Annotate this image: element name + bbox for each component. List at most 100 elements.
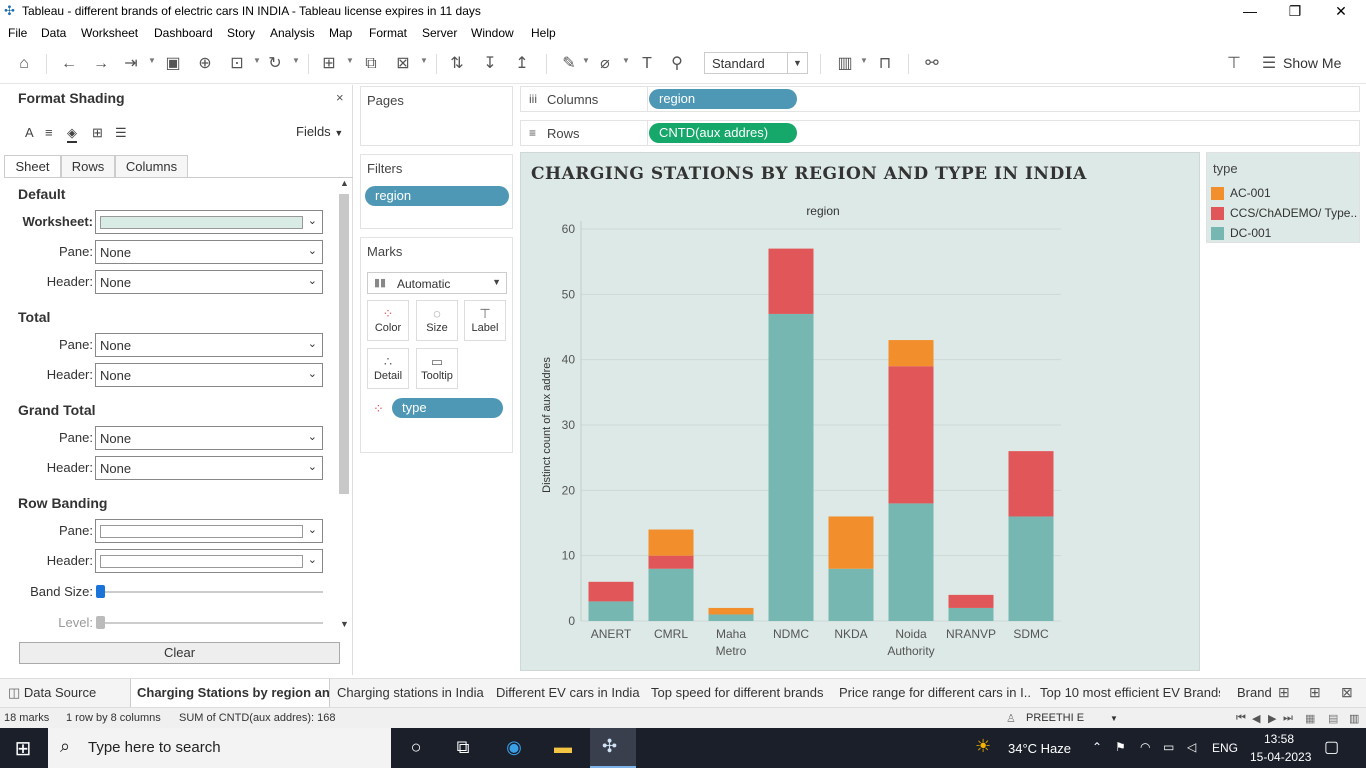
default-pane-dropdown[interactable]: None ⌄	[95, 240, 323, 264]
tabs-icon[interactable]: ▥	[1349, 712, 1359, 725]
worksheet-shading-dropdown[interactable]: ⌄	[95, 210, 323, 234]
battery-icon[interactable]: ▭	[1163, 740, 1174, 754]
row-banding-header-dropdown[interactable]: ⌄	[95, 549, 323, 573]
task-view-icon[interactable]: ⧉	[448, 737, 478, 758]
menu-worksheet[interactable]: Worksheet	[81, 26, 138, 40]
scroll-up-icon[interactable]: ▲	[340, 178, 349, 188]
share-icon[interactable]: ⚯	[921, 54, 943, 74]
columns-pill-region[interactable]: region	[649, 89, 797, 109]
chevron-down-icon[interactable]: ▼	[860, 56, 868, 65]
chevron-down-icon[interactable]: ▼	[148, 56, 156, 65]
sheet-tab[interactable]: Charging stations in India	[337, 679, 487, 707]
chevron-down-icon[interactable]: ▼	[292, 56, 300, 65]
new-dashboard-icon[interactable]: ⊞	[1309, 684, 1321, 701]
format-pane-scrollbar[interactable]: ▲ ▼	[338, 178, 350, 632]
home-icon[interactable]: ⌂	[13, 54, 35, 74]
restore-button[interactable]: ❐	[1272, 0, 1318, 22]
grand-total-header-dropdown[interactable]: None ⌄	[95, 456, 323, 480]
chevron-down-icon[interactable]: ▼	[787, 53, 807, 73]
tableau-taskbar-button[interactable]: ✣	[590, 728, 636, 768]
taskbar-search-box[interactable]: ⌕ Type here to search	[48, 728, 391, 768]
clear-button[interactable]: Clear	[19, 642, 340, 664]
sheet-tab[interactable]: Top speed for different brands	[651, 679, 831, 707]
chevron-down-icon[interactable]: ▼	[622, 56, 630, 65]
chevron-down-icon[interactable]: ▼	[420, 56, 428, 65]
undo-icon[interactable]: ←	[58, 54, 80, 74]
save-icon[interactable]: ▣	[162, 54, 184, 74]
font-icon[interactable]: A	[25, 125, 34, 140]
filters-card[interactable]: Filters region	[360, 154, 513, 229]
show-mark-labels-icon[interactable]: T	[636, 54, 658, 74]
chevron-down-icon[interactable]: ▼	[582, 56, 590, 65]
scrollbar-thumb[interactable]	[339, 194, 349, 494]
sort-descending-icon[interactable]: ↥	[511, 54, 533, 74]
redo-icon[interactable]: →	[90, 54, 112, 74]
format-painter-icon[interactable]: ⊤	[1223, 54, 1245, 74]
group-members-icon[interactable]: ⌀	[594, 54, 616, 74]
presentation-mode-icon[interactable]: ⊓	[874, 54, 896, 74]
mark-type-select[interactable]: ▮▮ Automatic ▼	[367, 272, 507, 294]
legend-item-dc-001[interactable]: DC-001	[1211, 224, 1357, 242]
band-size-slider[interactable]	[100, 591, 323, 593]
new-worksheet-icon[interactable]: ⊞	[1278, 684, 1290, 701]
pages-card[interactable]: Pages	[360, 86, 513, 146]
clear-sheet-icon[interactable]: ⊠	[392, 54, 414, 74]
level-slider[interactable]	[100, 622, 323, 624]
scroll-down-icon[interactable]: ▼	[340, 619, 349, 629]
borders-icon[interactable]: ⊞	[92, 125, 103, 141]
new-story-icon[interactable]: ⊠	[1341, 684, 1353, 701]
lines-icon[interactable]: ☰	[115, 125, 127, 141]
row-banding-pane-dropdown[interactable]: ⌄	[95, 519, 323, 543]
legend-item-ac-001[interactable]: AC-001	[1211, 184, 1357, 202]
network-icon[interactable]: ⚑	[1115, 740, 1126, 754]
rows-pill-cntd[interactable]: CNTD(aux addres)	[649, 123, 797, 143]
shading-icon[interactable]: ◈	[67, 125, 77, 143]
show-me-button[interactable]: Show Me	[1283, 55, 1341, 71]
menu-map[interactable]: Map	[329, 26, 352, 40]
sheet-tab[interactable]: Price range for different cars in I...	[839, 679, 1032, 707]
menu-server[interactable]: Server	[422, 26, 457, 40]
menu-help[interactable]: Help	[531, 26, 556, 40]
menu-analysis[interactable]: Analysis	[270, 26, 315, 40]
rows-shelf[interactable]: ≡ Rows CNTD(aux addres)	[520, 120, 1360, 146]
filmstrip-icon[interactable]: ▤	[1328, 712, 1338, 725]
duplicate-icon[interactable]: ⧉	[360, 54, 382, 74]
fix-axes-icon[interactable]: ⚲	[666, 54, 688, 74]
color-button[interactable]: ⁘ Color	[367, 300, 409, 341]
menu-window[interactable]: Window	[471, 26, 514, 40]
new-worksheet-icon[interactable]: ⊞	[318, 54, 340, 74]
replay-icon[interactable]: ⇥	[120, 54, 142, 74]
close-icon[interactable]: ×	[336, 90, 344, 105]
tooltip-button[interactable]: ▭ Tooltip	[416, 348, 458, 389]
size-button[interactable]: ◌ Size	[416, 300, 458, 341]
tab-sheet[interactable]: Sheet	[4, 155, 61, 178]
volume-icon[interactable]: ◁	[1187, 740, 1196, 754]
user-name[interactable]: PREETHI E	[1026, 712, 1084, 724]
level-slider-thumb[interactable]	[96, 616, 105, 629]
menu-data[interactable]: Data	[41, 26, 66, 40]
menu-format[interactable]: Format	[369, 26, 407, 40]
menu-story[interactable]: Story	[227, 26, 255, 40]
minimize-button[interactable]: —	[1227, 0, 1273, 22]
edge-browser-icon[interactable]: ◉	[499, 737, 529, 758]
data-source-tab[interactable]: ◫ Data Source	[8, 679, 123, 707]
show-me-icon[interactable]: ☰	[1258, 54, 1280, 74]
pause-updates-icon[interactable]: ⊡	[226, 54, 248, 74]
sheet-tab[interactable]: Different EV cars in India	[496, 679, 641, 707]
menu-file[interactable]: File	[8, 26, 27, 40]
highlight-icon[interactable]: ✎	[558, 54, 580, 74]
show-cards-icon[interactable]: ▥	[834, 54, 856, 74]
sheet-tab[interactable]: Brand	[1237, 679, 1271, 707]
fields-dropdown[interactable]: Fields ▼	[296, 124, 343, 139]
detail-button[interactable]: ∴ Detail	[367, 348, 409, 389]
clock-time[interactable]: 13:58	[1264, 732, 1294, 746]
sort-ascending-icon[interactable]: ↧	[479, 54, 501, 74]
notifications-icon[interactable]: ▢	[1324, 737, 1339, 757]
alignment-icon[interactable]: ≡	[45, 125, 53, 140]
last-sheet-icon[interactable]: ⏭	[1283, 712, 1293, 725]
color-pill-type[interactable]: type	[392, 398, 503, 418]
sheet-tab-active[interactable]: Charging Stations by region an...	[130, 679, 330, 707]
legend-item-ccs[interactable]: CCS/ChADEMO/ Type..	[1211, 204, 1357, 222]
tab-rows[interactable]: Rows	[61, 155, 115, 178]
chevron-up-icon[interactable]: ⌃	[1092, 740, 1102, 754]
